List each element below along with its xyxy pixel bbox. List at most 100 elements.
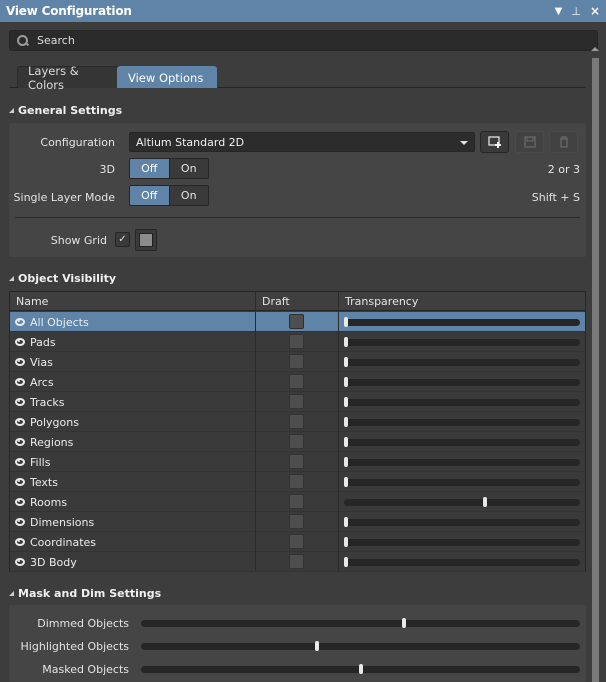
dropdown-icon[interactable]: ▼ <box>555 6 563 17</box>
slider-label: Masked Objects <box>42 663 129 676</box>
draft-checkbox[interactable] <box>289 514 304 529</box>
transparency-slider[interactable] <box>344 317 580 327</box>
3d-toggle[interactable]: Off On <box>129 158 209 179</box>
slider-thumb[interactable] <box>344 357 348 367</box>
configuration-select[interactable]: Altium Standard 2D <box>129 132 475 152</box>
object-label: Polygons <box>30 415 79 429</box>
mask-dim-header[interactable]: Mask and Dim Settings <box>9 587 161 600</box>
slider-thumb[interactable] <box>344 457 348 467</box>
transparency-slider[interactable] <box>344 457 580 467</box>
slider-thumb[interactable] <box>344 337 348 347</box>
transparency-slider[interactable] <box>344 417 580 427</box>
draft-checkbox[interactable] <box>289 374 304 389</box>
table-row[interactable]: Arcs <box>10 372 585 392</box>
show-grid-checkbox[interactable]: ✓ <box>115 232 130 247</box>
draft-checkbox[interactable] <box>289 354 304 369</box>
transparency-slider[interactable] <box>344 557 580 567</box>
add-configuration-button[interactable] <box>480 131 509 153</box>
slider-thumb[interactable] <box>344 397 348 407</box>
column-transparency[interactable]: Transparency <box>345 292 418 311</box>
grid-color-swatch[interactable] <box>135 229 157 251</box>
transparency-slider[interactable] <box>344 357 580 367</box>
eye-icon[interactable] <box>15 478 25 486</box>
slider-thumb[interactable] <box>483 497 488 507</box>
table-row[interactable]: Rooms <box>10 492 585 512</box>
table-row[interactable]: Fills <box>10 452 585 472</box>
draft-checkbox[interactable] <box>289 494 304 509</box>
slider-thumb[interactable] <box>344 417 348 427</box>
draft-checkbox[interactable] <box>289 554 304 569</box>
eye-icon[interactable] <box>15 458 25 466</box>
table-row[interactable]: 3D Body <box>10 552 585 572</box>
pin-icon[interactable]: ⊥ <box>571 5 581 18</box>
delete-configuration-button[interactable] <box>549 131 578 153</box>
draft-checkbox[interactable] <box>289 334 304 349</box>
eye-icon[interactable] <box>15 318 25 326</box>
draft-checkbox[interactable] <box>289 454 304 469</box>
column-name[interactable]: Name <box>16 292 48 311</box>
slider-thumb[interactable] <box>358 664 363 674</box>
draft-checkbox[interactable] <box>289 434 304 449</box>
tab-layers-colors[interactable]: Layers & Colors <box>17 64 126 92</box>
search-input[interactable] <box>37 34 537 47</box>
eye-icon[interactable] <box>15 418 25 426</box>
slider-thumb[interactable] <box>402 618 406 628</box>
table-row[interactable]: Regions <box>10 432 585 452</box>
transparency-slider[interactable] <box>344 337 580 347</box>
single-layer-on-option[interactable]: On <box>168 186 208 205</box>
table-row[interactable]: All Objects <box>10 312 585 332</box>
transparency-slider[interactable] <box>344 497 580 507</box>
draft-checkbox[interactable] <box>289 474 304 489</box>
save-configuration-button[interactable] <box>515 131 544 153</box>
eye-icon[interactable] <box>15 378 25 386</box>
slider-thumb[interactable] <box>315 641 319 651</box>
eye-icon[interactable] <box>15 338 25 346</box>
search-box[interactable] <box>9 30 598 51</box>
slider-thumb[interactable] <box>344 537 348 547</box>
eye-icon[interactable] <box>15 398 25 406</box>
single-layer-off-option[interactable]: Off <box>130 186 169 205</box>
table-row[interactable]: Pads <box>10 332 585 352</box>
mask-slider[interactable] <box>141 618 580 628</box>
vertical-scrollbar[interactable] <box>592 58 599 682</box>
slider-thumb[interactable] <box>344 377 348 387</box>
object-visibility-header[interactable]: Object Visibility <box>9 272 116 285</box>
3d-on-option[interactable]: On <box>168 159 208 178</box>
tab-view-options[interactable]: View Options <box>117 66 217 88</box>
slider-thumb[interactable] <box>344 517 348 527</box>
single-layer-mode-toggle[interactable]: Off On <box>129 185 209 206</box>
eye-icon[interactable] <box>15 358 25 366</box>
transparency-slider[interactable] <box>344 537 580 547</box>
table-row[interactable]: Polygons <box>10 412 585 432</box>
transparency-slider[interactable] <box>344 517 580 527</box>
draft-checkbox[interactable] <box>289 534 304 549</box>
slider-thumb[interactable] <box>344 317 348 327</box>
general-settings-header[interactable]: General Settings <box>9 104 122 117</box>
table-row[interactable]: Coordinates <box>10 532 585 552</box>
transparency-slider[interactable] <box>344 477 580 487</box>
close-icon[interactable]: × <box>590 4 600 18</box>
scroll-up-icon[interactable] <box>591 47 599 51</box>
eye-icon[interactable] <box>15 538 25 546</box>
table-row[interactable]: Dimensions <box>10 512 585 532</box>
table-row[interactable]: Tracks <box>10 392 585 412</box>
eye-icon[interactable] <box>15 558 25 566</box>
transparency-slider[interactable] <box>344 437 580 447</box>
draft-checkbox[interactable] <box>289 414 304 429</box>
eye-icon[interactable] <box>15 498 25 506</box>
table-row[interactable]: Vias <box>10 352 585 372</box>
column-draft[interactable]: Draft <box>262 292 290 311</box>
mask-slider[interactable] <box>141 664 580 674</box>
slider-thumb[interactable] <box>344 437 348 447</box>
table-row[interactable]: Texts <box>10 472 585 492</box>
slider-thumb[interactable] <box>344 557 348 567</box>
3d-off-option[interactable]: Off <box>130 159 169 178</box>
eye-icon[interactable] <box>15 438 25 446</box>
transparency-slider[interactable] <box>344 377 580 387</box>
draft-checkbox[interactable] <box>289 314 304 329</box>
draft-checkbox[interactable] <box>289 394 304 409</box>
transparency-slider[interactable] <box>344 397 580 407</box>
eye-icon[interactable] <box>15 518 25 526</box>
mask-slider[interactable] <box>141 641 580 651</box>
slider-thumb[interactable] <box>344 477 348 487</box>
